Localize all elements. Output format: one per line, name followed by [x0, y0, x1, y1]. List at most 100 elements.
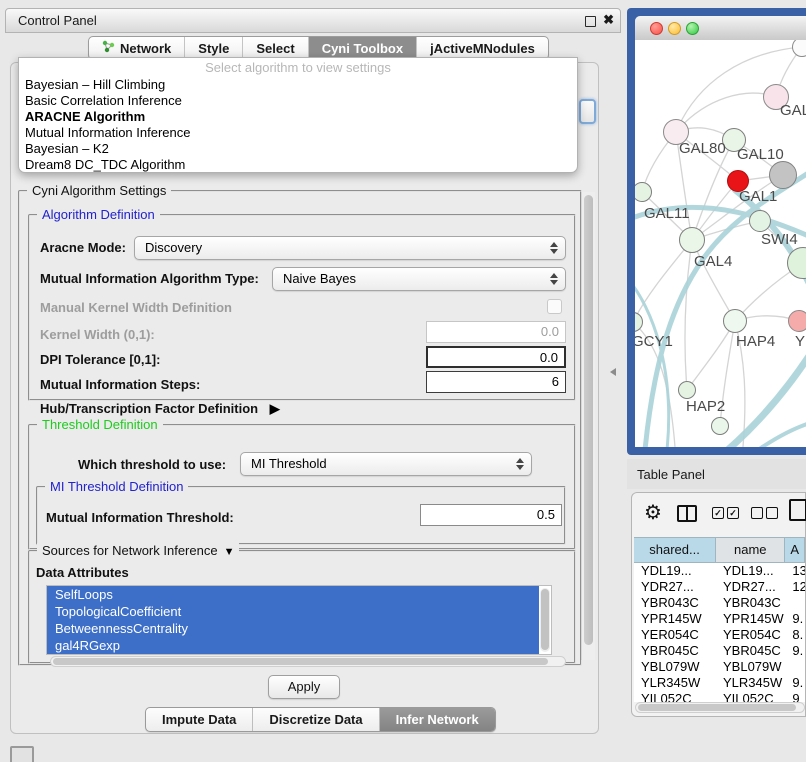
mi-type-select[interactable]: Naive Bayes [272, 267, 566, 291]
which-threshold-label: Which threshold to use: [78, 457, 226, 472]
stepper-arrows-icon [549, 272, 558, 286]
column-header-partial[interactable]: A [785, 538, 805, 562]
close-icon[interactable]: ✖ [603, 12, 614, 28]
table-row[interactable]: YDL19...YDL19...13 [634, 563, 805, 579]
network-node[interactable] [788, 310, 806, 332]
bottom-tabs: Impute DataDiscretize DataInfer Network [145, 707, 496, 732]
tab-style[interactable]: Style [184, 37, 242, 59]
network-node[interactable] [679, 227, 705, 253]
mi-steps-label: Mutual Information Steps: [40, 377, 200, 392]
table-row[interactable]: YLR345WYLR345W9. [634, 675, 805, 691]
table-cell: YBR045C [634, 643, 716, 659]
settings-horizontal-scrollbar[interactable] [50, 656, 566, 667]
table-cell: YDR27... [716, 579, 785, 595]
table-cell [785, 659, 805, 675]
gear-icon[interactable]: ⚙ [644, 500, 662, 525]
mi-threshold-input[interactable]: 0.5 [420, 504, 562, 526]
network-canvas[interactable]: GALGAL80GAL10GAL1GAL11SWI4GAL4GCY1HAP4YH… [635, 40, 806, 447]
algorithm-option[interactable]: Bayesian – K2 [19, 141, 577, 157]
table-row[interactable]: YPR145WYPR145W9. [634, 611, 805, 627]
column-header-name[interactable]: name [716, 538, 785, 562]
bottom-tab-discretize-data[interactable]: Discretize Data [252, 708, 378, 731]
table-row[interactable]: YBL079WYBL079W [634, 659, 805, 675]
data-attributes-list[interactable]: SelfLoopsTopologicalCoefficientBetweenne… [46, 585, 552, 655]
attribute-item[interactable]: BetweennessCentrality [47, 620, 539, 637]
attribute-item[interactable]: gal4RGexp [47, 637, 539, 654]
network-window-titlebar[interactable] [635, 16, 806, 41]
network-node[interactable] [711, 417, 729, 435]
aracne-mode-label: Aracne Mode: [40, 240, 126, 255]
attribute-items: SelfLoopsTopologicalCoefficientBetweenne… [47, 586, 551, 654]
stepper-arrows-icon [515, 457, 524, 471]
minimize-window-icon[interactable] [668, 22, 681, 35]
table-row[interactable]: YER054CYER054C8. [634, 627, 805, 643]
attribute-item[interactable]: TopologicalCoefficient [47, 603, 539, 620]
network-icon [102, 40, 115, 56]
table-cell: YER054C [634, 627, 716, 643]
table-row[interactable]: YBR045CYBR045C9. [634, 643, 805, 659]
which-threshold-select[interactable]: MI Threshold [240, 452, 532, 476]
table-cell: YLR345W [716, 675, 785, 691]
bottom-tab-impute-data[interactable]: Impute Data [146, 708, 252, 731]
algorithm-option[interactable]: Bayesian – Hill Climbing [19, 77, 577, 93]
algorithm-option[interactable]: Basic Correlation Inference [19, 93, 577, 109]
table-cell: 12 [785, 579, 805, 595]
tab-network[interactable]: Network [89, 37, 184, 59]
tab-label: jActiveMNodules [430, 41, 535, 56]
network-node[interactable] [678, 381, 696, 399]
deselect-all-checkbox-icon[interactable] [751, 507, 763, 519]
node-table: shared... name A YDL19...YDL19...13YDR27… [634, 537, 805, 702]
select-all-checkbox-icon[interactable]: ✓ [712, 507, 724, 519]
algorithm-option[interactable]: Dream8 DC_TDC Algorithm [19, 157, 577, 173]
column-browser-icon[interactable] [677, 505, 697, 522]
algorithm-combobox-edge[interactable] [579, 99, 596, 124]
node-label: GAL1 [739, 188, 777, 205]
algorithm-option[interactable]: Mutual Information Inference [19, 125, 577, 141]
splitter-collapse-icon[interactable] [610, 368, 616, 376]
table-cell: YLR345W [634, 675, 716, 691]
table-cell: YDL19... [716, 563, 785, 579]
algorithm-option[interactable]: ARACNE Algorithm [19, 109, 577, 125]
file-icon[interactable] [789, 499, 806, 521]
node-label: HAP2 [686, 398, 725, 415]
table-horizontal-scrollbar[interactable] [635, 702, 805, 713]
tab-jactivemnodules[interactable]: jActiveMNodules [416, 37, 548, 59]
table-cell: YDR27... [634, 579, 716, 595]
manual-kernel-checkbox[interactable] [547, 299, 562, 314]
network-node[interactable] [769, 161, 797, 189]
attribute-item[interactable]: SelfLoops [47, 586, 539, 603]
zoom-window-icon[interactable] [686, 22, 699, 35]
select-all-checkbox-icon[interactable]: ✓ [727, 507, 739, 519]
control-panel-titlebar: Control Panel ✖ [5, 8, 621, 33]
tab-select[interactable]: Select [242, 37, 307, 59]
network-node[interactable] [749, 210, 771, 232]
apply-button[interactable]: Apply [268, 675, 340, 699]
mi-steps-input[interactable]: 6 [426, 371, 566, 393]
table-row[interactable]: YDR27...YDR27...12 [634, 579, 805, 595]
minimized-panel-icon[interactable] [10, 746, 34, 762]
hub-section-toggle[interactable]: Hub/Transcription Factor Definition ▶ [40, 401, 280, 417]
network-node[interactable] [723, 309, 747, 333]
table-panel-title: Table Panel [637, 467, 705, 482]
aracne-mode-select[interactable]: Discovery [134, 236, 566, 260]
tab-cyni-toolbox[interactable]: Cyni Toolbox [308, 37, 416, 59]
column-header-shared-name[interactable]: shared... [634, 538, 716, 562]
table-cell: YBR043C [634, 595, 716, 611]
bottom-tab-infer-network[interactable]: Infer Network [379, 708, 495, 731]
deselect-all-checkbox-icon[interactable] [766, 507, 778, 519]
sources-group-toggle[interactable]: Sources for Network Inference▼ [37, 543, 239, 558]
dpi-tolerance-input[interactable]: 0.0 [426, 346, 566, 368]
close-window-icon[interactable] [650, 22, 663, 35]
table-cell: YIL052C [716, 691, 785, 702]
table-row[interactable]: YBR043CYBR043C [634, 595, 805, 611]
application-window: Control Panel ✖ Network Style SelectCyni T… [0, 0, 806, 762]
list-scrollbar[interactable] [540, 588, 550, 652]
table-row[interactable]: YIL052CYIL052C9 [634, 691, 805, 702]
kernel-width-label: Kernel Width (0,1): [40, 327, 155, 342]
float-panel-icon[interactable] [585, 16, 596, 27]
table-cell: YPR145W [634, 611, 716, 627]
settings-vertical-scrollbar[interactable] [581, 192, 595, 660]
node-label: GAL4 [694, 253, 732, 270]
kernel-width-input[interactable]: 0.0 [426, 321, 566, 343]
tab-label: Style [198, 41, 229, 56]
